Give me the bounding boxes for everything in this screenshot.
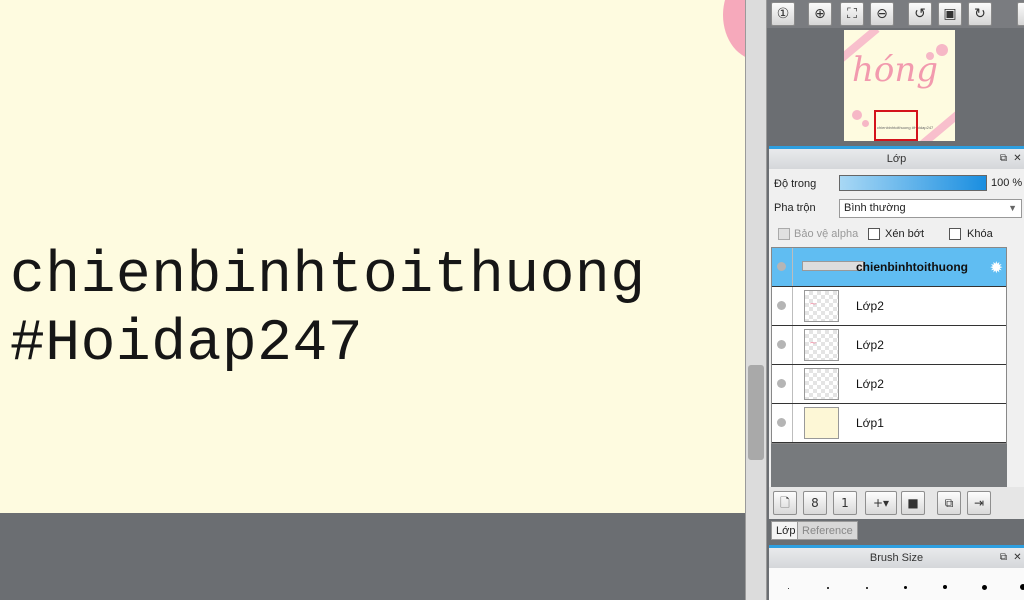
fit-window-icon[interactable]: ⛶ [840,2,864,26]
clipping-checkbox[interactable] [868,228,880,240]
opacity-value: 100 % [991,177,1023,189]
zoom-100-icon[interactable]: ① [771,2,795,26]
opacity-label: Độ trong [774,178,817,190]
undock-icon[interactable]: ⧉ [997,152,1010,165]
brush-size-option[interactable] [827,587,829,589]
canvas-text-line1: chienbinhtoithuong [10,244,646,309]
navigator-thumbnail[interactable]: hóng chienbinhtoithuong #Hoidap247 [844,30,955,141]
brush-size-option[interactable] [943,585,947,589]
layer-row-separator [792,404,793,442]
layer-row[interactable]: ~ Lớp2 [772,287,1006,326]
zoom-out-icon[interactable]: ⊖ [870,2,894,26]
layer-row-separator [792,287,793,325]
layer-name: Lớp2 [856,299,884,313]
brush-size-title: Brush Size [869,552,924,564]
layer-panel: Lớp ⧉ ✕ Độ trong 100 % Pha trộn Bình thư… [769,146,1024,544]
layer-row-separator [792,326,793,364]
protect-alpha-checkbox[interactable] [778,228,790,240]
reset-view-icon[interactable]: ▣ [938,2,962,26]
thumb-lettering: hóng [852,50,939,90]
add-layer-menu-icon[interactable]: +▾ [865,491,897,515]
layer-name: Lớp2 [856,377,884,391]
layer-list-empty-area [771,444,1007,487]
brush-size-option[interactable] [982,585,987,590]
visibility-icon[interactable] [777,418,786,427]
visibility-icon[interactable] [777,379,786,388]
visibility-icon[interactable] [777,340,786,349]
layer-name: chienbinhtoithuong [856,260,968,274]
brush-size-option[interactable] [1020,584,1024,590]
new-folder-icon[interactable]: ■ [901,491,925,515]
layer-row[interactable]: Lớp2 [772,365,1006,404]
brush-size-panel: Brush Size ⧉ ✕ [769,545,1024,600]
thumb-pink-mark: ~ [809,338,818,349]
new-halftone-layer-icon[interactable]: 8 [803,491,827,515]
layer-row[interactable]: Lớp1 [772,404,1006,443]
new-layer-icon[interactable]: 🗋 [773,491,797,515]
lock-checkbox[interactable] [949,228,961,240]
layer-thumbnail: ~ [804,290,839,322]
blend-mode-value: Bình thường [844,202,906,214]
thumb-dot [852,110,862,120]
undock-icon[interactable]: ⧉ [997,551,1010,564]
thumb-stripe [918,103,955,141]
brush-size-option[interactable] [866,587,868,589]
layer-thumbnail: ~ [804,329,839,361]
canvas-vertical-scrollbar[interactable] [745,0,767,600]
pink-circle-artwork [723,0,745,60]
visibility-icon[interactable] [777,301,786,310]
rotate-left-icon[interactable]: ↺ [908,2,932,26]
layer-toolbar: 🗋 8 1 +▾ ■ ⧉ ⇥ [769,487,1024,519]
layer-panel-title: Lớp [886,153,907,165]
new-1bit-layer-icon[interactable]: 1 [833,491,857,515]
layer-panel-tabs: Lớp Reference [769,519,1024,544]
thumb-pink-mark: ~ [809,299,818,310]
navigator-toolbar: ① ⊕ ⛶ ⊖ ↺ ▣ ↻ [767,0,1024,28]
navigator-view-rectangle[interactable] [874,110,918,141]
blend-mode-label: Pha trộn [774,202,816,214]
layer-panel-header: Lớp ⧉ ✕ [769,149,1024,169]
layer-list: chienbinhtoithuong ✹ ~ Lớp2 ~ Lớp2 Lớp2 [771,247,1007,444]
layer-row[interactable]: chienbinhtoithuong ✹ [772,248,1006,287]
visibility-icon[interactable] [777,262,786,271]
layer-thumbnail [802,261,864,271]
duplicate-layer-icon[interactable]: ⧉ [937,491,961,515]
rotate-right-icon[interactable]: ↻ [968,2,992,26]
thumb-dot [862,120,869,127]
navigator-overflow-button[interactable] [1017,2,1024,26]
chevron-down-icon: ▼ [1008,203,1017,213]
close-icon[interactable]: ✕ [1011,152,1024,165]
brush-size-header: Brush Size ⧉ ✕ [769,548,1024,568]
tab-reference[interactable]: Reference [797,521,858,540]
brush-size-option[interactable] [788,588,789,589]
layer-thumbnail [804,407,839,439]
layer-thumbnail [804,368,839,400]
lock-label: Khóa [967,228,993,240]
clipping-label: Xén bớt [885,228,925,240]
gear-icon[interactable]: ✹ [990,258,1003,278]
blend-mode-select[interactable]: Bình thường ▼ [839,199,1022,218]
zoom-in-icon[interactable]: ⊕ [808,2,832,26]
layer-row-separator [792,365,793,403]
layer-row[interactable]: ~ Lớp2 [772,326,1006,365]
canvas-paper[interactable]: chienbinhtoithuong #Hoidap247 [0,0,745,513]
scrollbar-thumb[interactable] [748,365,764,460]
close-icon[interactable]: ✕ [1011,551,1024,564]
canvas-area[interactable]: chienbinhtoithuong #Hoidap247 [0,0,745,600]
protect-alpha-label: Bảo vệ alpha [794,228,859,240]
layer-name: Lớp2 [856,338,884,352]
canvas-text-line2: #Hoidap247 [10,312,364,377]
layer-name: Lớp1 [856,416,884,430]
brush-size-option[interactable] [904,586,907,589]
merge-layer-icon[interactable]: ⇥ [967,491,991,515]
opacity-slider[interactable] [839,175,987,191]
layer-row-separator [792,248,793,286]
right-panel: ① ⊕ ⛶ ⊖ ↺ ▣ ↻ hóng chienbinhtoithuong #H… [767,0,1024,600]
